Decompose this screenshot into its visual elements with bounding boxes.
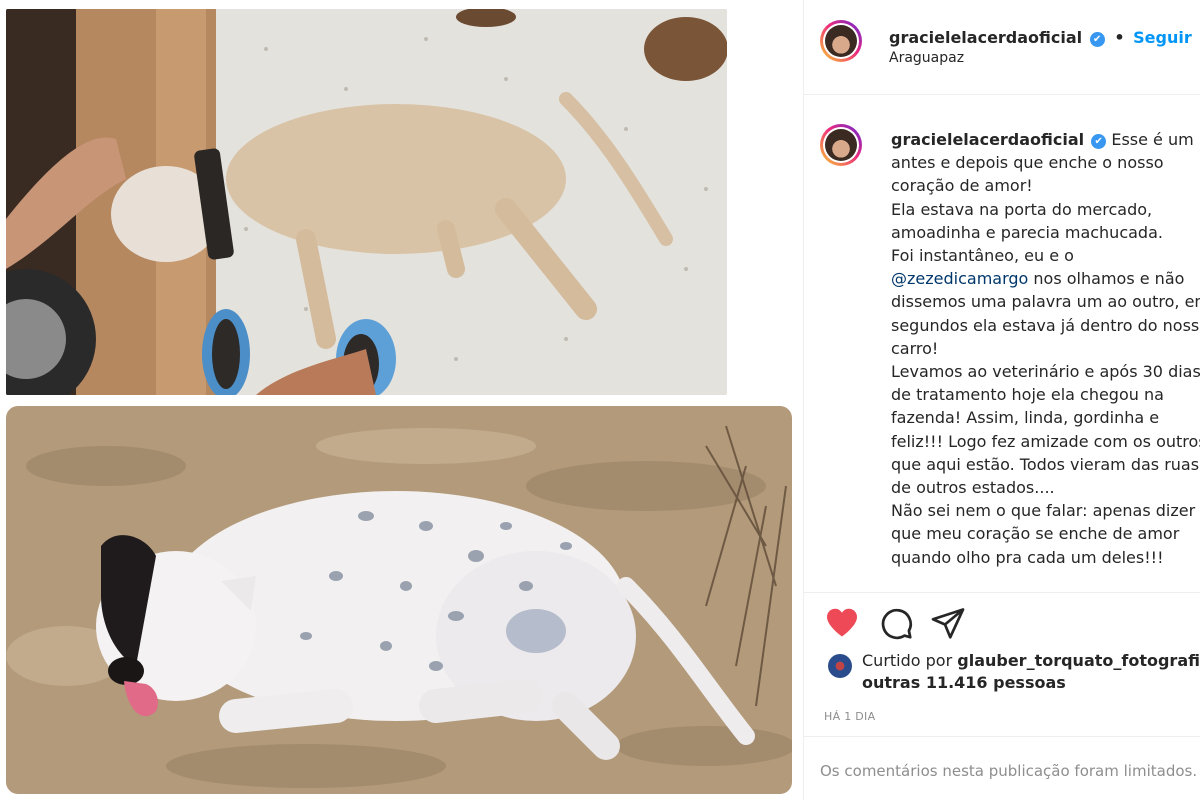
- caption-author-avatar[interactable]: [820, 124, 862, 166]
- likes-others[interactable]: outras 11.416 pessoas: [862, 673, 1066, 692]
- author-username[interactable]: gracielelacerdaoficial: [889, 28, 1082, 47]
- verified-badge-icon: ✔: [1089, 32, 1105, 47]
- separator-dot: •: [1114, 28, 1125, 47]
- author-avatar[interactable]: [820, 20, 862, 62]
- likes-prefix: Curtido por: [862, 651, 958, 670]
- post-media[interactable]: [0, 0, 803, 800]
- comments-disabled-notice: Os comentários nesta publicação foram li…: [820, 762, 1198, 780]
- caption-text-4: Levamos ao veterinário e após 30 dias de…: [891, 362, 1200, 498]
- before-photo: [6, 9, 727, 395]
- share-icon[interactable]: [930, 605, 966, 641]
- verified-badge-icon: ✔: [1091, 134, 1107, 149]
- caption-text-2: Ela estava na porta do mercado, amoadinh…: [891, 199, 1163, 242]
- heart-icon[interactable]: [824, 605, 860, 641]
- after-photo: [6, 406, 792, 794]
- liker-avatar[interactable]: [828, 654, 852, 678]
- follow-button[interactable]: Seguir: [1133, 28, 1192, 47]
- caption-text-5: Não sei nem o que falar: apenas dizer qu…: [891, 501, 1196, 567]
- post-location[interactable]: Araguapaz: [889, 50, 964, 66]
- liker-username[interactable]: glauber_torquato_fotografia: [957, 651, 1200, 670]
- post-timestamp[interactable]: HÁ 1 DIA: [824, 710, 875, 723]
- post-header: gracielelacerdaoficial ✔ • Seguir: [889, 28, 1192, 47]
- caption-text-3a: Foi instantâneo, eu e o: [891, 246, 1074, 266]
- actions-divider: [804, 592, 1200, 593]
- footer-divider: [804, 736, 1200, 737]
- post-sidebar: gracielelacerdaoficial ✔ • Seguir Aragua…: [804, 0, 1200, 800]
- caption-mention[interactable]: @zezedicamargo: [891, 269, 1028, 288]
- post-caption: gracielelacerdaoficial ✔ Esse é um antes…: [891, 128, 1200, 588]
- header-divider: [804, 94, 1200, 95]
- comment-icon[interactable]: [878, 605, 914, 641]
- caption-username[interactable]: gracielelacerdaoficial: [891, 130, 1084, 149]
